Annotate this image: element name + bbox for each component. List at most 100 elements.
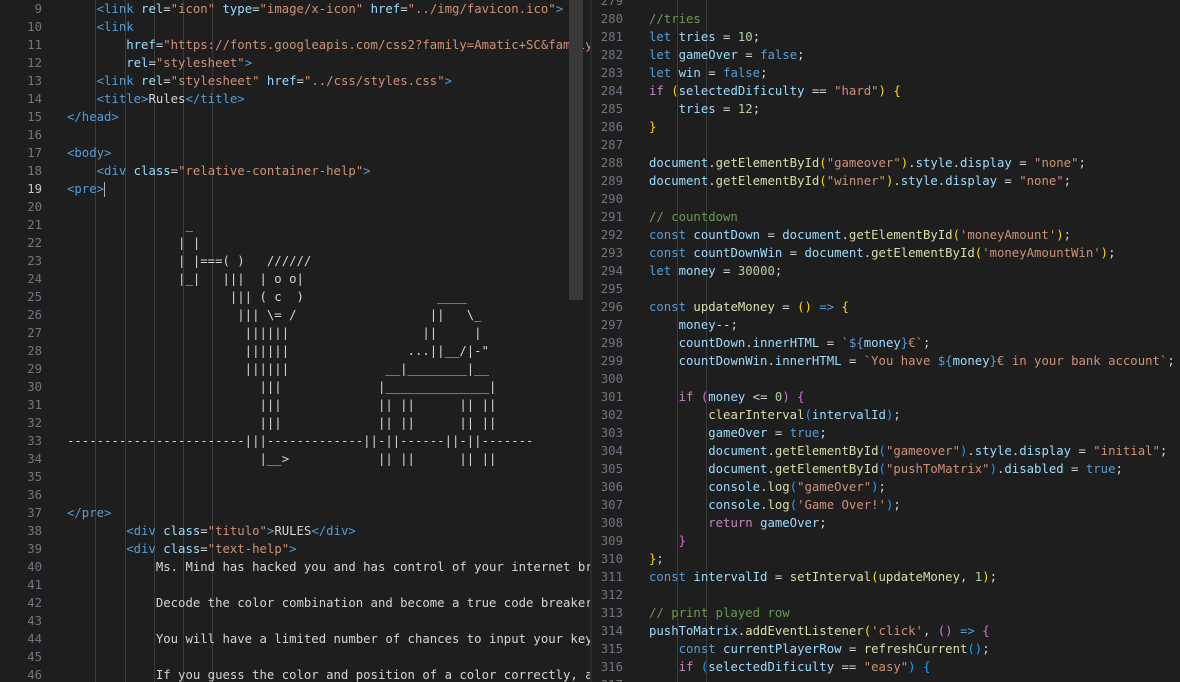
code-text[interactable]: Decode the color combination and become … xyxy=(67,594,590,612)
code-text[interactable]: <title>Rules</title> xyxy=(67,90,245,108)
code-text[interactable]: gameOver = true; xyxy=(649,424,826,442)
code-line[interactable]: 23 | |===( ) ////// xyxy=(0,252,590,270)
code-line[interactable]: 311 const intervalId = setInterval(update… xyxy=(592,568,1180,586)
code-text[interactable]: |||||| || | xyxy=(67,324,482,342)
code-text[interactable]: ------------------------|||-------------… xyxy=(67,432,533,450)
code-text[interactable]: pushToMatrix.addEventListener('click', (… xyxy=(649,622,990,640)
code-line[interactable]: 288 document.getElementById("gameover").s… xyxy=(592,154,1180,172)
code-text[interactable]: <link rel="icon" type="image/x-icon" hre… xyxy=(67,0,563,18)
code-line[interactable]: 304 document.getElementById("gameover").… xyxy=(592,442,1180,460)
code-text[interactable]: rel="stylesheet"> xyxy=(67,54,252,72)
code-line[interactable]: 287 xyxy=(592,136,1180,154)
code-text[interactable]: let win = false; xyxy=(649,64,768,82)
code-text[interactable]: //tries xyxy=(649,10,701,28)
code-line[interactable]: 15 </head> xyxy=(0,108,590,126)
code-line[interactable]: 31 ||| || || || || xyxy=(0,396,590,414)
code-line[interactable]: 42 Decode the color combination and beco… xyxy=(0,594,590,612)
code-line[interactable]: 29 |||||| __|________|__ xyxy=(0,360,590,378)
code-line[interactable]: 282 let gameOver = false; xyxy=(592,46,1180,64)
code-text[interactable]: href="https://fonts.googleapis.com/css2?… xyxy=(67,36,590,54)
code-text[interactable]: If you guess the color and position of a… xyxy=(67,666,590,682)
code-text[interactable]: clearInterval(intervalId); xyxy=(649,406,901,424)
code-text[interactable]: const currentPlayerRow = refreshCurrent(… xyxy=(649,640,990,658)
code-line[interactable]: 33 ------------------------|||-----------… xyxy=(0,432,590,450)
code-line[interactable]: 292 const countDown = document.getElement… xyxy=(592,226,1180,244)
code-line[interactable]: 279 xyxy=(592,0,1180,10)
code-line[interactable]: 301 if (money <= 0) { xyxy=(592,388,1180,406)
code-line[interactable]: 25 ||| ( c ) ____ xyxy=(0,288,590,306)
code-text[interactable]: <pre> xyxy=(67,180,106,198)
code-line[interactable]: 295 xyxy=(592,280,1180,298)
code-line[interactable]: 291 // countdown xyxy=(592,208,1180,226)
code-text[interactable]: |||||| ...||__/|-" xyxy=(67,342,489,360)
code-line[interactable]: 19 <pre> xyxy=(0,180,590,198)
code-text[interactable]: </pre> xyxy=(67,504,111,522)
code-text[interactable]: ||| || || || || xyxy=(67,396,496,414)
code-text[interactable]: |||||| __|________|__ xyxy=(67,360,489,378)
code-line[interactable]: 27 |||||| || | xyxy=(0,324,590,342)
code-line[interactable]: 11 href="https://fonts.googleapis.com/cs… xyxy=(0,36,590,54)
code-line[interactable]: 280 //tries xyxy=(592,10,1180,28)
code-line[interactable]: 299 countDownWin.innerHTML = `You have $… xyxy=(592,352,1180,370)
code-text[interactable]: countDown.innerHTML = `${money}€`; xyxy=(649,334,931,352)
code-line[interactable]: 307 console.log('Game Over!'); xyxy=(592,496,1180,514)
code-line[interactable]: 286} xyxy=(592,118,1180,136)
code-text[interactable]: | |===( ) ////// xyxy=(67,252,311,270)
code-text[interactable]: console.log("gameOver"); xyxy=(649,478,886,496)
code-line[interactable]: 12 rel="stylesheet"> xyxy=(0,54,590,72)
code-text[interactable]: // countdown xyxy=(649,208,738,226)
code-line[interactable]: 24 |_| ||| | o o| xyxy=(0,270,590,288)
code-line[interactable]: 298 countDown.innerHTML = `${money}€`; xyxy=(592,334,1180,352)
code-line[interactable]: 300 xyxy=(592,370,1180,388)
right-editor-pane[interactable]: 279 280 //tries 281 let tries = 10; 282 let ga… xyxy=(592,0,1180,682)
code-text[interactable]: const updateMoney = () => { xyxy=(649,298,849,316)
code-text[interactable]: console.log('Game Over!'); xyxy=(649,496,901,514)
code-line[interactable]: 36 xyxy=(0,486,590,504)
code-text[interactable]: } xyxy=(649,118,656,136)
code-line[interactable]: 14 <title>Rules</title> xyxy=(0,90,590,108)
code-line[interactable]: 302 clearInterval(intervalId); xyxy=(592,406,1180,424)
code-line[interactable]: 312 xyxy=(592,586,1180,604)
code-text[interactable]: <div class="relative-container-help"> xyxy=(67,162,371,180)
code-line[interactable]: 10 <link xyxy=(0,18,590,36)
code-line[interactable]: 13 <link rel="stylesheet" href="../css/s… xyxy=(0,72,590,90)
code-line[interactable]: 317 xyxy=(592,676,1180,682)
code-text[interactable]: if (money <= 0) { xyxy=(649,388,805,406)
code-line[interactable]: 314 pushToMatrix.addEventListener('click'… xyxy=(592,622,1180,640)
code-line[interactable]: 41 xyxy=(0,576,590,594)
code-text[interactable]: document.getElementById("gameover").styl… xyxy=(649,154,1086,172)
left-editor-pane[interactable]: 9 <link rel="icon" type="image/x-icon" h… xyxy=(0,0,590,682)
code-text[interactable]: <body> xyxy=(67,144,111,162)
code-line[interactable]: 44 You will have a limited number of cha… xyxy=(0,630,590,648)
code-line[interactable]: 22 | | xyxy=(0,234,590,252)
code-line[interactable]: 308 return gameOver; xyxy=(592,514,1180,532)
code-text[interactable]: if (selectedDificulty == "hard") { xyxy=(649,82,901,100)
code-line[interactable]: 28 |||||| ...||__/|-" xyxy=(0,342,590,360)
code-line[interactable]: 303 gameOver = true; xyxy=(592,424,1180,442)
code-text[interactable]: | | xyxy=(67,234,200,252)
code-text[interactable]: ||| \= / || \_ xyxy=(67,306,481,324)
code-text[interactable]: <link rel="stylesheet" href="../css/styl… xyxy=(67,72,452,90)
code-line[interactable]: 313 // print played row xyxy=(592,604,1180,622)
code-line[interactable]: 18 <div class="relative-container-help"> xyxy=(0,162,590,180)
code-text[interactable]: ||| |______________| xyxy=(67,378,496,396)
code-line[interactable]: 315 const currentPlayerRow = refreshCurr… xyxy=(592,640,1180,658)
code-line[interactable]: 37 </pre> xyxy=(0,504,590,522)
code-text[interactable]: document.getElementById("gameover").styl… xyxy=(649,442,1167,460)
code-line[interactable]: 38 <div class="titulo">RULES</div> xyxy=(0,522,590,540)
code-text[interactable]: countDownWin.innerHTML = `You have ${mon… xyxy=(649,352,1175,370)
code-text[interactable]: let gameOver = false; xyxy=(649,46,805,64)
code-line[interactable]: 293 const countDownWin = document.getElem… xyxy=(592,244,1180,262)
code-text[interactable]: // print played row xyxy=(649,604,790,622)
code-line[interactable]: 306 console.log("gameOver"); xyxy=(592,478,1180,496)
code-line[interactable]: 16 xyxy=(0,126,590,144)
code-line[interactable]: 21 _ xyxy=(0,216,590,234)
code-text[interactable]: const intervalId = setInterval(updateMon… xyxy=(649,568,997,586)
code-line[interactable]: 34 |__> || || || || xyxy=(0,450,590,468)
code-text[interactable]: const countDownWin = document.getElement… xyxy=(649,244,1115,262)
code-line[interactable]: 294 let money = 30000; xyxy=(592,262,1180,280)
code-line[interactable]: 305 document.getElementById("pushToMatri… xyxy=(592,460,1180,478)
code-text[interactable]: You will have a limited number of chance… xyxy=(67,630,590,648)
code-line[interactable]: 45 xyxy=(0,648,590,666)
code-text[interactable]: ||| || || || || xyxy=(67,414,496,432)
